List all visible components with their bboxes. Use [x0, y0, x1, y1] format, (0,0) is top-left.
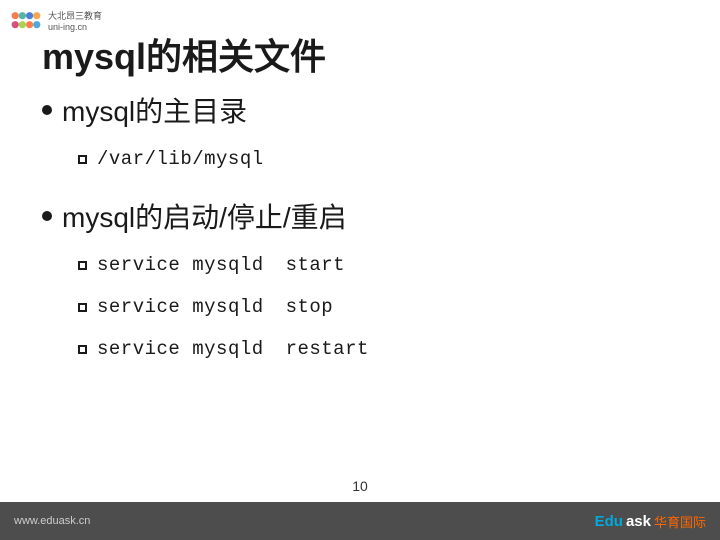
bullet-main-2: mysql的启动/停止/重启 — [42, 196, 678, 236]
sub-item-stop-text: service mysqld stop — [97, 296, 346, 318]
footer: www.eduask.cn Edu ask 华育国际 — [0, 502, 720, 540]
footer-url: www.eduask.cn — [14, 515, 90, 527]
sub-item-path: /var/lib/mysql — [78, 140, 678, 178]
footer-logo-cn: 华育国际 — [654, 512, 706, 531]
cmd-mysqld-1: mysqld — [192, 254, 263, 276]
bullet-dot-1 — [42, 105, 52, 115]
section-start-stop: mysql的启动/停止/重启 service mysqld start — [42, 196, 678, 368]
sub-item-start-text: service mysqld start — [97, 254, 346, 276]
logo-icon — [8, 8, 44, 36]
cmd-service-2: service — [97, 296, 180, 318]
cmd-start: start — [286, 254, 346, 276]
section-2-heading: mysql的启动/停止/重启 — [62, 196, 347, 236]
bullet-main-1: mysql的主目录 — [42, 90, 678, 130]
sub-item-start: service mysqld start — [78, 246, 678, 284]
slide-title: mysql的相关文件 — [42, 28, 326, 80]
footer-logo-edu: Edu — [595, 513, 623, 530]
footer-logo-ask: ask — [626, 513, 651, 530]
sub-bullet-stop — [78, 303, 87, 312]
sub-bullet-restart — [78, 345, 87, 354]
section-main-dir: mysql的主目录 /var/lib/mysql — [42, 90, 678, 178]
sub-item-restart: service mysqld restart — [78, 330, 678, 368]
content-area: mysql的主目录 /var/lib/mysql mysql的启动/停止/重启 — [42, 90, 678, 386]
sub-items-2: service mysqld start service mysqld stop — [78, 246, 678, 368]
cmd-mysqld-3: mysqld — [192, 338, 263, 360]
cmd-service-3: service — [97, 338, 180, 360]
sub-item-restart-text: service mysqld restart — [97, 338, 369, 360]
footer-logo: Edu ask 华育国际 — [595, 512, 706, 531]
bullet-dot-2 — [42, 211, 52, 221]
sub-bullet-start — [78, 261, 87, 270]
cmd-restart: restart — [286, 338, 369, 360]
sub-bullet-1 — [78, 155, 87, 164]
page-number: 10 — [352, 478, 368, 494]
sub-item-stop: service mysqld stop — [78, 288, 678, 326]
cmd-mysqld-2: mysqld — [192, 296, 263, 318]
sub-items-1: /var/lib/mysql — [78, 140, 678, 178]
sub-item-path-text: /var/lib/mysql — [97, 148, 264, 170]
cmd-service-1: service — [97, 254, 180, 276]
cmd-stop: stop — [286, 296, 346, 318]
slide: 大北昂三教育 uni-ing.cn mysql的相关文件 mysql的主目录 /… — [0, 0, 720, 540]
section-1-heading: mysql的主目录 — [62, 90, 247, 130]
